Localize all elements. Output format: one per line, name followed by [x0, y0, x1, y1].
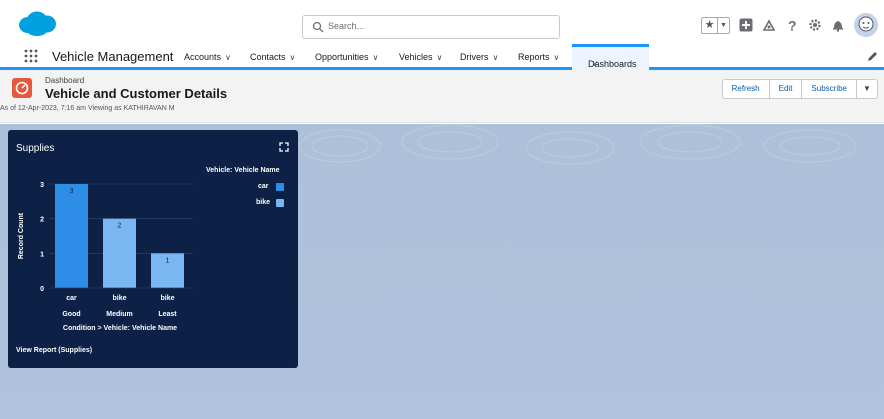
- x-axis-label: Condition > Vehicle: Vehicle Name: [63, 325, 177, 330]
- x-tick-label: bike: [160, 295, 174, 302]
- nav-item-drivers[interactable]: Drivers ∨: [460, 52, 498, 62]
- search-placeholder: Search...: [328, 21, 365, 31]
- bar-value-label: 1: [166, 257, 170, 264]
- bar-value-label: 3: [70, 188, 74, 195]
- nav-item-opportunities[interactable]: Opportunities ∨: [315, 52, 378, 62]
- edit-button[interactable]: Edit: [770, 80, 803, 98]
- chevron-down-icon[interactable]: ∨: [225, 53, 231, 62]
- app-name: Vehicle Management: [52, 49, 174, 64]
- expand-icon[interactable]: [279, 142, 289, 152]
- nav-item-label: Vehicles: [399, 52, 433, 62]
- chevron-down-icon[interactable]: ∨: [493, 53, 499, 62]
- nav-item-label: Opportunities: [315, 52, 369, 62]
- app-navigation-bar: Vehicle Management Accounts ∨ Contacts ∨ O…: [0, 44, 884, 70]
- y-tick-label: 0: [40, 286, 44, 293]
- subscribe-button[interactable]: Subscribe: [802, 80, 857, 98]
- page-title: Vehicle and Customer Details: [45, 86, 228, 101]
- bell-icon[interactable]: [831, 18, 845, 32]
- global-header: Search... ★ ▼ ?: [0, 0, 884, 44]
- nav-item-vehicles[interactable]: Vehicles ∨: [399, 52, 442, 62]
- app-launcher-icon[interactable]: [24, 49, 38, 63]
- search-input[interactable]: Search...: [302, 15, 560, 39]
- gear-icon[interactable]: [808, 18, 822, 32]
- chevron-down-icon[interactable]: ∨: [290, 53, 296, 62]
- page-eyebrow: Dashboard: [45, 76, 85, 85]
- nav-item-label: Accounts: [184, 52, 222, 62]
- plus-icon[interactable]: [739, 18, 753, 32]
- chevron-down-icon[interactable]: ∨: [592, 59, 598, 68]
- help-icon[interactable]: ?: [785, 18, 799, 32]
- edit-nav-pencil-icon[interactable]: [867, 51, 878, 62]
- nav-item-label: Reports: [518, 52, 550, 62]
- background-pattern: [299, 124, 857, 165]
- nav-item-contacts[interactable]: Contacts ∨: [250, 52, 295, 62]
- user-avatar-icon[interactable]: [854, 13, 878, 37]
- y-axis-label: Record Count: [18, 212, 25, 259]
- x-group-label: Least: [158, 311, 177, 318]
- page-meta: As of 12-Apr-2023, 7:16 am Viewing as KA…: [0, 105, 175, 112]
- supplies-widget: Supplies Vehicle: Vehicle Name car bike …: [8, 130, 298, 368]
- x-group-label: Medium: [106, 311, 132, 318]
- chevron-down-icon[interactable]: ∨: [373, 53, 379, 62]
- search-icon: [312, 21, 324, 33]
- dashboard-icon: [12, 78, 32, 98]
- y-tick-label: 1: [40, 251, 44, 258]
- chevron-down-icon[interactable]: ∨: [554, 53, 560, 62]
- header-actions: Refresh Edit Subscribe ▼: [721, 79, 878, 99]
- star-icon[interactable]: ★: [702, 17, 718, 33]
- widget-title: Supplies: [16, 143, 55, 154]
- nav-item-reports[interactable]: Reports ∨: [518, 52, 559, 62]
- svg-text:?: ?: [788, 18, 797, 32]
- legend-label-bike: bike: [256, 199, 271, 206]
- legend-swatch-car: [276, 183, 284, 191]
- chevron-down-icon[interactable]: ∨: [437, 53, 443, 62]
- y-tick-label: 3: [40, 182, 44, 189]
- nav-item-dashboards[interactable]: Dashboards ∨: [572, 44, 649, 70]
- view-report-link[interactable]: View Report (Supplies): [16, 347, 92, 354]
- x-tick-label: bike: [112, 295, 126, 302]
- favorites-group: ★ ▼: [701, 16, 730, 34]
- chevron-down-icon[interactable]: ▼: [718, 18, 729, 33]
- legend-label-car: car: [258, 183, 269, 190]
- nav-item-accounts[interactable]: Accounts ∨: [184, 52, 231, 62]
- nav-item-label: Contacts: [250, 52, 286, 62]
- x-tick-label: car: [66, 295, 77, 302]
- refresh-button[interactable]: Refresh: [723, 80, 770, 98]
- bar-value-label: 2: [118, 223, 122, 230]
- page-header: Dashboard Vehicle and Customer Details A…: [0, 70, 884, 123]
- legend-title: Vehicle: Vehicle Name: [206, 167, 280, 174]
- legend-swatch-bike: [276, 199, 284, 207]
- nav-item-label: Drivers: [460, 52, 489, 62]
- trailhead-icon[interactable]: [762, 18, 776, 32]
- more-actions-chevron-icon[interactable]: ▼: [857, 80, 877, 98]
- salesforce-logo[interactable]: [17, 10, 57, 37]
- x-group-label: Good: [62, 311, 80, 318]
- bar-good: [55, 184, 88, 288]
- y-tick-label: 2: [40, 217, 44, 224]
- bar-chart: 0 1 2 3 Record Count 3 car Good 2 bike Medium 1 bike…: [18, 182, 193, 330]
- header-utility-icons: ★ ▼ ?: [701, 12, 878, 38]
